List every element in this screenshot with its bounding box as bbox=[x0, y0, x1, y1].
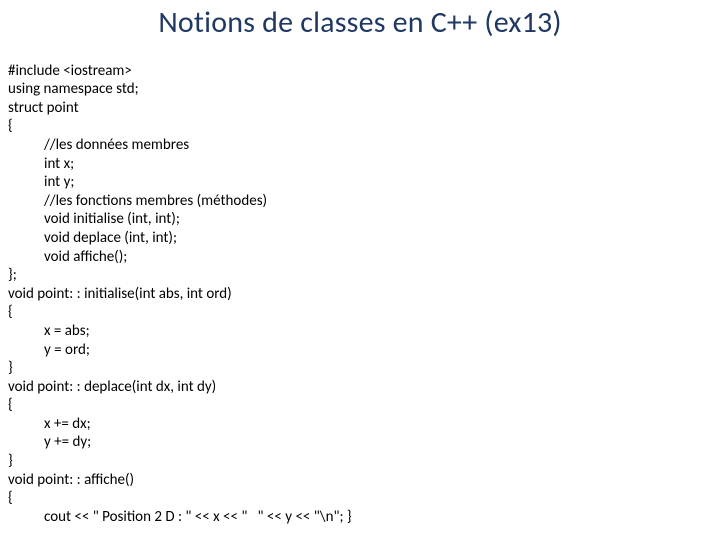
code-line: y += dy; bbox=[8, 433, 712, 452]
code-line: x += dx; bbox=[8, 415, 712, 434]
code-line: void point: : affiche() bbox=[8, 471, 134, 489]
code-line: x = abs; bbox=[8, 322, 712, 341]
slide: Notions de classes en C++ (ex13) #includ… bbox=[0, 0, 720, 540]
code-line: { bbox=[8, 303, 13, 321]
code-line: void initialise (int, int); bbox=[8, 210, 712, 229]
code-line: void point: : deplace(int dx, int dy) bbox=[8, 378, 216, 396]
code-line: } bbox=[8, 359, 13, 377]
code-block: #include <iostream> using namespace std;… bbox=[8, 43, 712, 526]
code-line: { bbox=[8, 396, 13, 414]
code-line: { bbox=[8, 489, 13, 507]
code-line: { bbox=[8, 117, 13, 135]
code-line: #include <iostream> bbox=[8, 62, 132, 80]
code-line: cout << " Position 2 D : " << x << " " <… bbox=[8, 508, 712, 527]
slide-title: Notions de classes en C++ (ex13) bbox=[8, 4, 712, 41]
code-line: //les fonctions membres (méthodes) bbox=[8, 192, 712, 211]
code-line: using namespace std; bbox=[8, 80, 139, 98]
code-line: y = ord; bbox=[8, 341, 712, 360]
code-line: struct point bbox=[8, 99, 79, 117]
code-line: void point: : initialise(int abs, int or… bbox=[8, 285, 232, 303]
code-line: void affiche(); bbox=[8, 248, 712, 267]
code-line: int x; bbox=[8, 155, 712, 174]
code-line: } bbox=[8, 452, 13, 470]
code-line: void deplace (int, int); bbox=[8, 229, 712, 248]
code-line: int y; bbox=[8, 173, 712, 192]
code-line: }; bbox=[8, 266, 17, 284]
code-line: //les données membres bbox=[8, 136, 712, 155]
